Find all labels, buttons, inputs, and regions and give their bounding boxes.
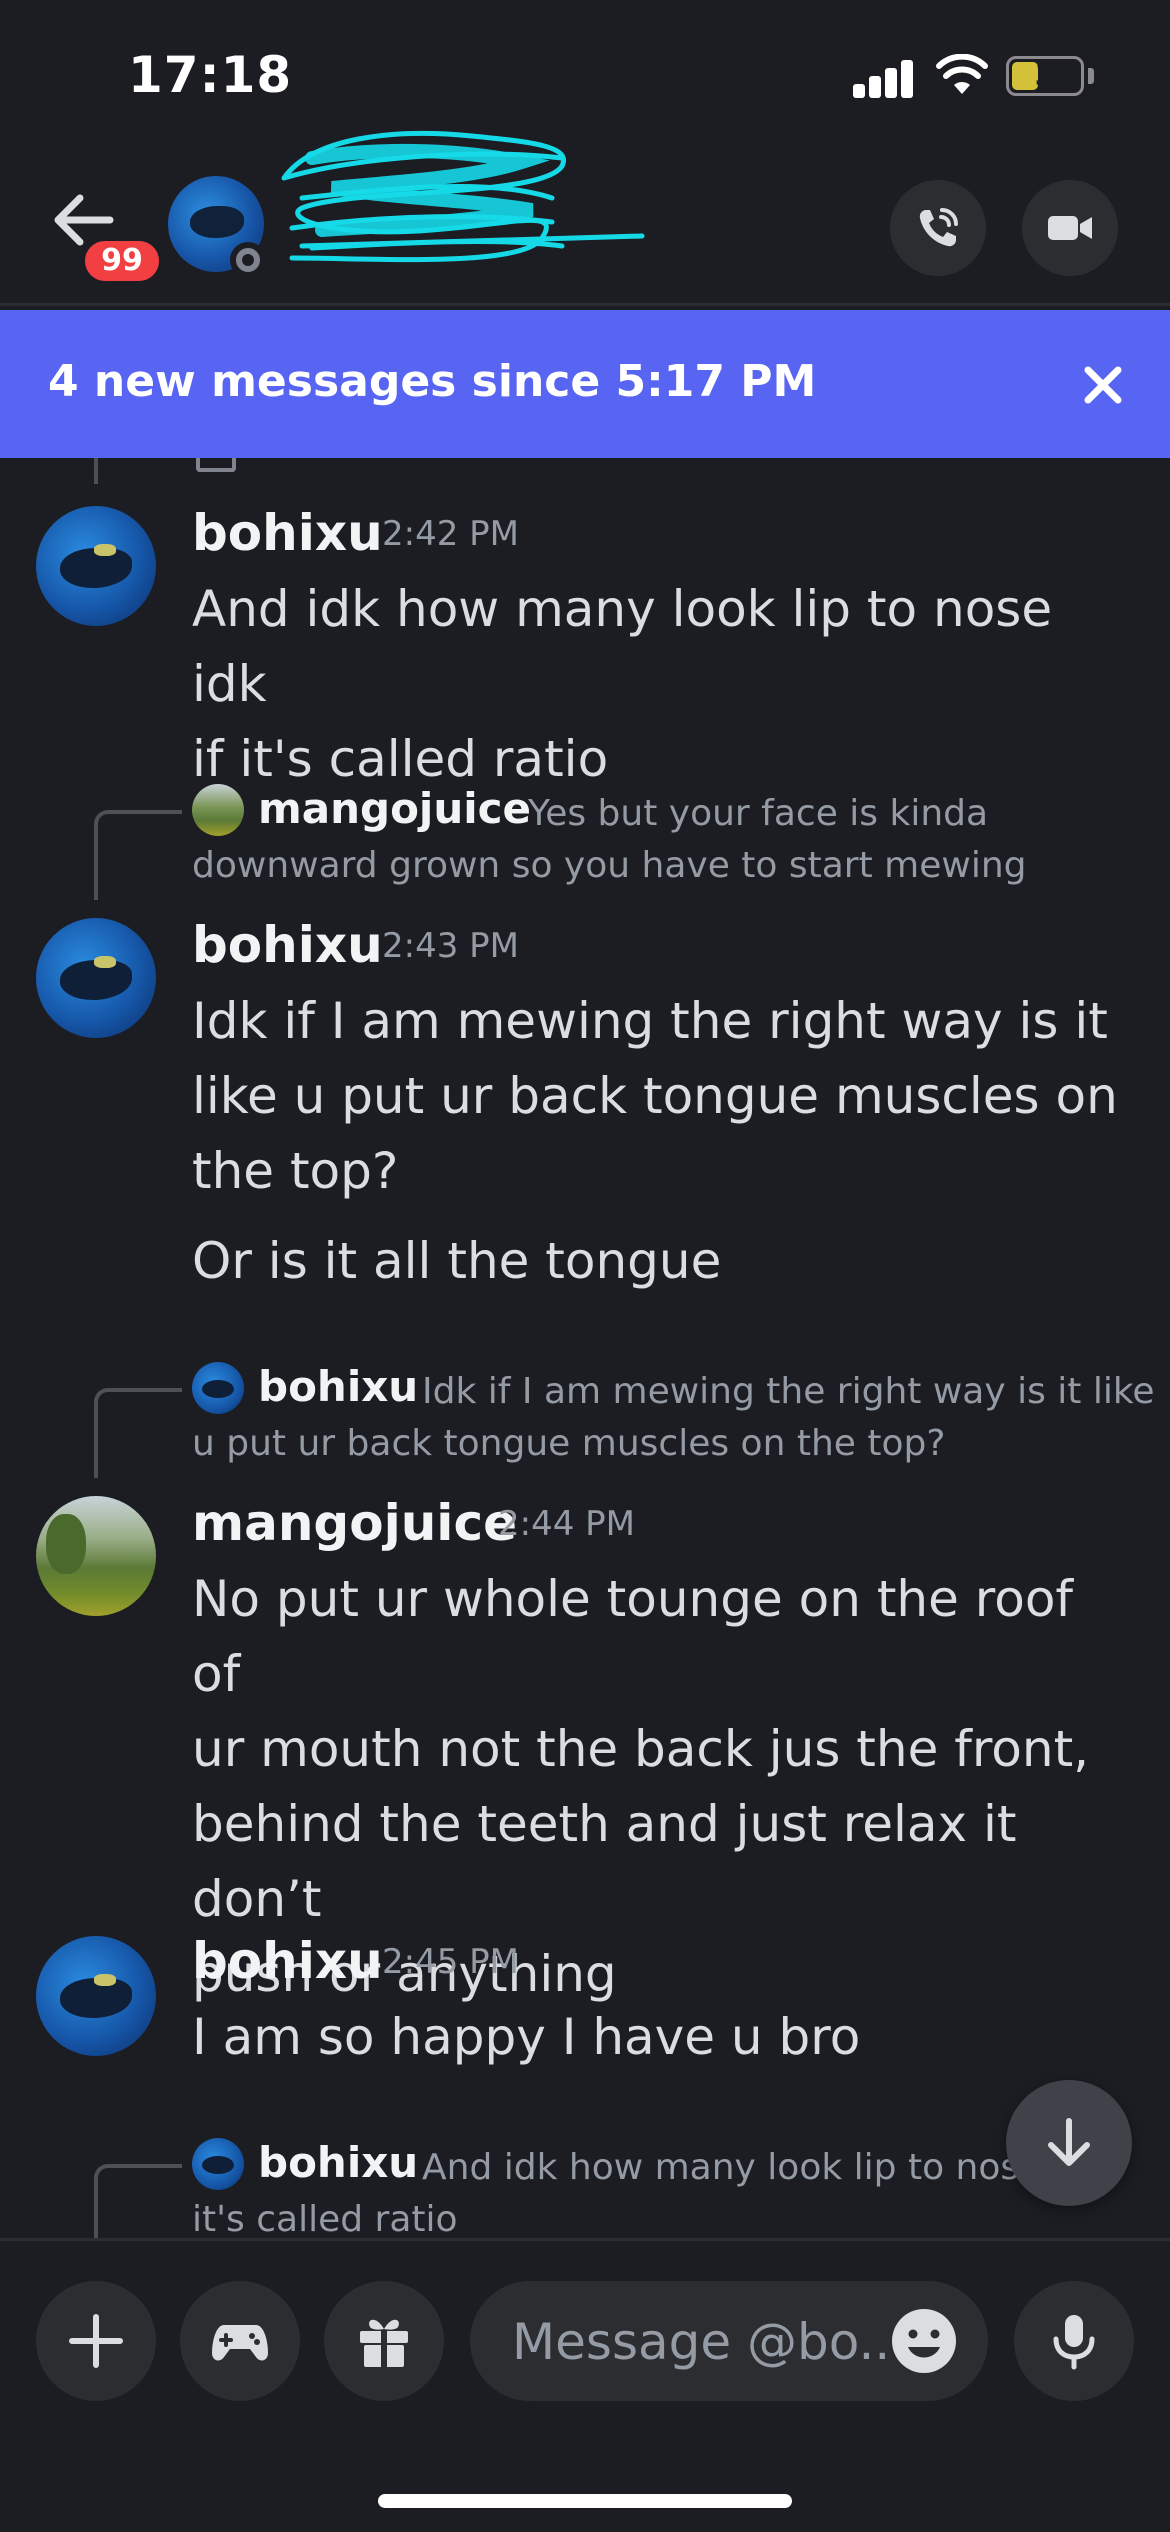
reply-preview[interactable]: And idk how many look lip to nose it's c…: [192, 2142, 1132, 2238]
voice-message-button[interactable]: [1014, 2281, 1134, 2401]
message-timestamp: 2:45 PM: [382, 1942, 519, 1982]
message-input[interactable]: Message @bo..: [470, 2281, 988, 2401]
reply-preview-line: it's called ratio: [192, 2199, 458, 2238]
status-time: 17:18: [128, 46, 293, 104]
message-line: Idk if I am mewing the right way is it: [192, 992, 1108, 1050]
video-camera-icon: [1048, 216, 1092, 240]
dm-header: 99: [0, 130, 1170, 306]
battery-icon: 3: [1006, 56, 1084, 96]
message-content[interactable]: Or is it all the tongue: [192, 1224, 1132, 1299]
offline-status-icon: [230, 242, 266, 278]
avatar[interactable]: [36, 918, 156, 1038]
reply-preview-line: Idk if I am mewing the right way is it l…: [422, 1371, 1155, 1412]
wifi-icon: [936, 54, 988, 94]
avatar[interactable]: [36, 506, 156, 626]
message-timestamp: 2:42 PM: [382, 514, 519, 554]
avatar[interactable]: [36, 1496, 156, 1616]
message-author[interactable]: bohixu: [192, 916, 383, 974]
jump-to-present-button[interactable]: [1006, 2080, 1132, 2206]
reply-preview[interactable]: Idk if I am mewing the right way is it l…: [192, 1366, 1155, 1470]
message-composer: Message @bo..: [0, 2238, 1170, 2532]
message-line: And idk how many look lip to nose idk: [192, 580, 1053, 713]
message-timestamp: 2:44 PM: [498, 1504, 635, 1544]
battery-level: 3: [1034, 58, 1056, 93]
new-messages-text: 4 new messages since 5:17 PM: [48, 356, 817, 407]
arrow-down-icon: [1048, 2118, 1090, 2166]
message-author[interactable]: mangojuice: [192, 1494, 517, 1552]
voice-call-button[interactable]: [890, 180, 986, 276]
reply-preview-line: Yes but your face is kinda: [528, 793, 989, 834]
phone-call-icon: [919, 208, 958, 247]
message-line: No put ur whole tounge on the roof of: [192, 1570, 1074, 1703]
gift-icon: [360, 2319, 408, 2367]
message-line: like u put ur back tongue muscles on: [192, 1067, 1118, 1125]
emoji-icon[interactable]: [890, 2307, 958, 2375]
reply-preview-line: And idk how many look lip to nose: [422, 2147, 1042, 2188]
battery-cap: [1088, 68, 1094, 84]
thread-line-fragment: [94, 458, 98, 484]
home-indicator[interactable]: [378, 2494, 792, 2508]
attachment-icon-fragment: [196, 458, 236, 472]
message-content[interactable]: And idk how many look lip to nose idk if…: [192, 572, 1132, 797]
message-author[interactable]: bohixu: [192, 1932, 383, 1990]
reply-connector: [94, 2164, 182, 2238]
message-line: I am so happy I have u bro: [192, 2008, 861, 2066]
message-line: the top?: [192, 1142, 399, 1200]
unread-badge: 99: [80, 236, 164, 286]
new-messages-banner[interactable]: 4 new messages since 5:17 PM: [0, 310, 1170, 458]
redaction-scribble: [281, 130, 645, 263]
close-icon[interactable]: [1078, 360, 1128, 410]
message-content[interactable]: Idk if I am mewing the right way is it l…: [192, 984, 1132, 1209]
avatar[interactable]: [36, 1936, 156, 2056]
reply-preview-line: u put ur back tongue muscles on the top?: [192, 1423, 946, 1464]
message-content[interactable]: I am so happy I have u bro: [192, 2000, 1132, 2075]
video-call-button[interactable]: [1022, 180, 1118, 276]
reply-preview-line: downward grown so you have to start mewi…: [192, 845, 1027, 886]
reply-connector: [94, 810, 182, 900]
message-list[interactable]: bohixu 2:42 PM And idk how many look lip…: [0, 458, 1170, 2238]
message-author[interactable]: bohixu: [192, 504, 383, 562]
microphone-icon: [1053, 2315, 1095, 2370]
message-line: ur mouth not the back jus the front,: [192, 1720, 1090, 1778]
message-placeholder: Message @bo..: [512, 2313, 891, 2371]
plus-icon: [69, 2314, 123, 2368]
reply-preview[interactable]: Yes but your face is kinda downward grow…: [192, 788, 1132, 892]
gamepad-icon: [212, 2325, 268, 2361]
reply-connector: [94, 1388, 182, 1478]
activities-button[interactable]: [180, 2281, 300, 2401]
message-line: behind the teeth and just relax it don’t: [192, 1795, 1017, 1928]
message-timestamp: 2:43 PM: [382, 926, 519, 966]
attach-button[interactable]: [36, 2281, 156, 2401]
gift-button[interactable]: [324, 2281, 444, 2401]
cellular-signal-icon: [853, 58, 915, 98]
